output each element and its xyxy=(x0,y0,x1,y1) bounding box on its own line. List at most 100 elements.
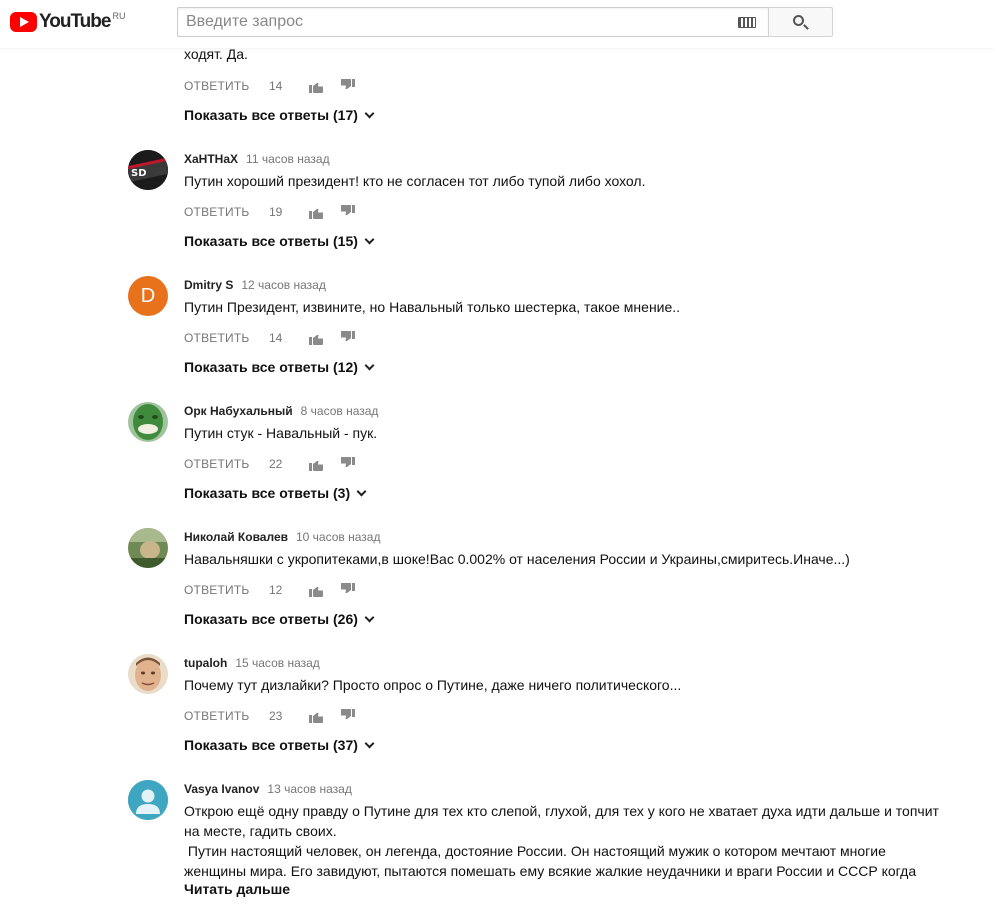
show-replies-button[interactable]: Показать все ответы (26) xyxy=(184,609,375,629)
search-box xyxy=(177,7,768,37)
comment-meta: Dmitry S 12 часов назад xyxy=(184,278,326,292)
chevron-down-icon xyxy=(364,738,375,748)
comment-time[interactable]: 15 часов назад xyxy=(235,656,319,670)
comment-actions: ОТВЕТИТЬ 22 xyxy=(184,454,373,474)
comment-meta: Николай Ковалев 10 часов назад xyxy=(184,530,380,544)
comment-meta: Орк Набухальный 8 часов назад xyxy=(184,404,378,418)
comment-actions: ОТВЕТИТЬ 19 xyxy=(184,202,373,222)
thumbs-down-icon[interactable] xyxy=(341,457,355,471)
comment-text: Путин хороший президент! кто не согласен… xyxy=(184,173,646,189)
thumbs-up-icon[interactable] xyxy=(309,205,323,219)
thumbs-up-icon[interactable] xyxy=(309,457,323,471)
comment-meta: tupaloh 15 часов назад xyxy=(184,656,320,670)
search-bar xyxy=(177,7,833,37)
comment-author[interactable]: Орк Набухальный xyxy=(184,404,293,418)
avatar-image xyxy=(128,528,168,568)
avatar-image xyxy=(128,654,168,694)
search-button[interactable] xyxy=(768,7,833,37)
comment-text-partial: ходят. Да. xyxy=(184,46,248,62)
comment-meta: Vasya Ivanov 13 часов назад xyxy=(184,782,352,796)
reply-button[interactable]: ОТВЕТИТЬ xyxy=(184,205,269,219)
thumbs-up-icon[interactable] xyxy=(309,79,323,93)
thumbs-down-icon[interactable] xyxy=(341,709,355,723)
comment-meta: XaHTHaX 11 часов назад xyxy=(184,152,330,166)
masthead: YouTube RU xyxy=(0,0,994,48)
show-replies-button[interactable]: Показать все ответы (12) xyxy=(184,357,375,377)
youtube-play-icon xyxy=(10,12,37,32)
default-user-icon xyxy=(128,780,168,820)
comment-author[interactable]: XaHTHaX xyxy=(184,152,238,166)
like-count: 19 xyxy=(269,205,283,219)
like-count: 14 xyxy=(269,79,283,93)
show-replies-label: Показать все ответы (3) xyxy=(184,485,351,501)
show-replies-label: Показать все ответы (17) xyxy=(184,107,358,123)
comment-text: Путин Президент, извините, но Навальный … xyxy=(184,299,681,315)
youtube-logo[interactable]: YouTube RU xyxy=(10,10,125,34)
like-count: 12 xyxy=(269,583,283,597)
read-more-button[interactable]: Читать дальше xyxy=(184,881,290,897)
show-replies-label: Показать все ответы (37) xyxy=(184,737,358,753)
comment-text-line: на месте, гадить своих. xyxy=(184,823,337,839)
comment-actions: ОТВЕТИТЬ 14 xyxy=(184,76,373,96)
chevron-down-icon xyxy=(364,108,375,118)
comment-text-line: женщины мира. Его завидуют, пытаются пом… xyxy=(184,863,917,879)
thumbs-up-icon[interactable] xyxy=(309,331,323,345)
like-count: 22 xyxy=(269,457,283,471)
comment-text: Путин стук - Навальный - пук. xyxy=(184,425,378,441)
logo-text: YouTube xyxy=(39,11,111,32)
chevron-down-icon xyxy=(356,486,367,496)
comment-time[interactable]: 11 часов назад xyxy=(246,152,330,166)
thumbs-down-icon[interactable] xyxy=(341,79,355,93)
comment-time[interactable]: 8 часов назад xyxy=(301,404,379,418)
thumbs-up-icon[interactable] xyxy=(309,583,323,597)
chevron-down-icon xyxy=(364,612,375,622)
thumbs-up-icon[interactable] xyxy=(309,709,323,723)
thumbs-down-icon[interactable] xyxy=(341,205,355,219)
thumbs-down-icon[interactable] xyxy=(341,331,355,345)
avatar[interactable]: D xyxy=(128,276,168,316)
avatar-letter: D xyxy=(140,284,156,307)
comment-text: Навальняшки с укропитеками,в шоке!Вас 0.… xyxy=(184,551,850,567)
comment-time[interactable]: 12 часов назад xyxy=(241,278,325,292)
keyboard-icon[interactable] xyxy=(738,17,756,28)
show-replies-button[interactable]: Показать все ответы (37) xyxy=(184,735,375,755)
avatar[interactable] xyxy=(128,654,168,694)
avatar[interactable] xyxy=(128,780,168,820)
reply-button[interactable]: ОТВЕТИТЬ xyxy=(184,457,269,471)
show-replies-button[interactable]: Показать все ответы (3) xyxy=(184,483,367,503)
comment-author[interactable]: tupaloh xyxy=(184,656,227,670)
show-replies-label: Показать все ответы (15) xyxy=(184,233,358,249)
comment-text-line: Путин настоящий человек, он легенда, дос… xyxy=(184,843,886,859)
comment-actions: ОТВЕТИТЬ 14 xyxy=(184,328,373,348)
comment-actions: ОТВЕТИТЬ 12 xyxy=(184,580,373,600)
comment-author[interactable]: Dmitry S xyxy=(184,278,233,292)
logo-country: RU xyxy=(112,11,126,21)
comment-time[interactable]: 13 часов назад xyxy=(267,782,351,796)
show-replies-button[interactable]: Показать все ответы (15) xyxy=(184,231,375,251)
comment-author[interactable]: Николай Ковалев xyxy=(184,530,288,544)
svg-text:SD: SD xyxy=(131,168,147,179)
comment-text: Почему тут дизлайки? Просто опрос о Пути… xyxy=(184,677,682,693)
avatar[interactable]: SD xyxy=(128,150,168,190)
avatar-image: SD xyxy=(128,150,168,190)
show-replies-button[interactable]: Показать все ответы (17) xyxy=(184,105,375,125)
chevron-down-icon xyxy=(364,360,375,370)
comment-time[interactable]: 10 часов назад xyxy=(296,530,380,544)
show-replies-label: Показать все ответы (12) xyxy=(184,359,358,375)
thumbs-down-icon[interactable] xyxy=(341,583,355,597)
chevron-down-icon xyxy=(364,234,375,244)
avatar-image xyxy=(128,402,168,442)
reply-button[interactable]: ОТВЕТИТЬ xyxy=(184,79,269,93)
search-input[interactable] xyxy=(178,8,718,36)
comment-author[interactable]: Vasya Ivanov xyxy=(184,782,259,796)
like-count: 23 xyxy=(269,709,283,723)
reply-button[interactable]: ОТВЕТИТЬ xyxy=(184,709,269,723)
comment-actions: ОТВЕТИТЬ 23 xyxy=(184,706,373,726)
avatar[interactable] xyxy=(128,402,168,442)
search-icon xyxy=(793,15,804,26)
show-replies-label: Показать все ответы (26) xyxy=(184,611,358,627)
avatar[interactable] xyxy=(128,528,168,568)
reply-button[interactable]: ОТВЕТИТЬ xyxy=(184,583,269,597)
reply-button[interactable]: ОТВЕТИТЬ xyxy=(184,331,269,345)
comment-text-line: Открою ещё одну правду о Путине для тех … xyxy=(184,803,939,819)
